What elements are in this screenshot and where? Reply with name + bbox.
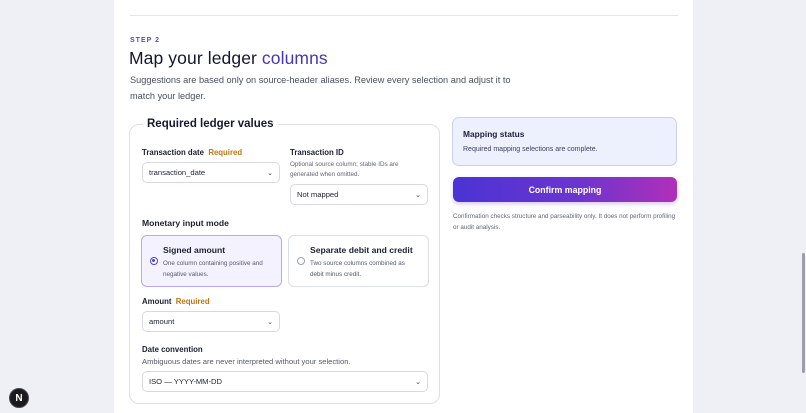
radio-selected-icon[interactable] [150, 257, 158, 265]
radio-unselected-icon[interactable] [297, 257, 305, 265]
mode-option-desc: Two source columns combined as debit min… [310, 260, 405, 278]
chevron-down-icon: ⌄ [267, 318, 273, 326]
monetary-mode-title: Monetary input mode [142, 218, 229, 228]
dev-tools-badge[interactable]: N [9, 388, 29, 408]
mode-option-debit-credit[interactable]: Separate debit and credit Two source col… [288, 235, 429, 287]
amount-select[interactable]: amount ⌄ [142, 311, 280, 332]
step-label: STEP 2 [130, 37, 160, 44]
mapping-status-box: Mapping status Required mapping selectio… [452, 117, 677, 166]
transaction-id-select[interactable]: Not mapped ⌄ [290, 184, 428, 205]
required-tag: Required [208, 148, 243, 157]
confirm-mapping-button[interactable]: Confirm mapping [453, 177, 677, 202]
page-title: Map your ledger columns [129, 48, 328, 69]
confirm-note: Confirmation checks structure and parsea… [453, 213, 676, 231]
transaction-date-select[interactable]: transaction_date ⌄ [142, 162, 280, 183]
required-tag: Required [175, 297, 210, 306]
mode-option-title: Signed amount [163, 245, 226, 255]
page-subtitle: Suggestions are based only on source-hea… [130, 75, 511, 101]
transaction-id-select-value: Not mapped [297, 190, 339, 199]
scrollbar-thumb[interactable] [802, 253, 805, 373]
amount-select-value: amount [149, 317, 175, 326]
date-convention-select-value: ISO — YYYY-MM-DD [149, 377, 222, 386]
transaction-date-select-value: transaction_date [149, 168, 206, 177]
date-convention-label: Date convention [142, 345, 203, 354]
mode-option-title: Separate debit and credit [310, 245, 413, 255]
section-divider [130, 15, 678, 16]
chevron-down-icon: ⌄ [415, 191, 421, 199]
transaction-id-hint: Optional source column; stable IDs are g… [290, 161, 399, 178]
required-values-legend: Required ledger values [143, 118, 278, 130]
mode-option-desc: One column containing positive and negat… [163, 260, 263, 278]
mapping-status-title: Mapping status [463, 129, 525, 139]
date-convention-help: Ambiguous dates are never interpreted wi… [142, 357, 351, 366]
page-title-accent: columns [261, 48, 328, 68]
transaction-date-label: Transaction date Required [142, 148, 242, 157]
page-title-main: Map your ledger [129, 48, 262, 68]
date-convention-select[interactable]: ISO — YYYY-MM-DD ⌄ [142, 371, 428, 392]
amount-label-text: Amount [142, 297, 172, 306]
transaction-date-label-text: Transaction date [142, 148, 204, 157]
chevron-down-icon: ⌄ [415, 378, 421, 386]
mapping-status-text: Required mapping selections are complete… [463, 146, 598, 153]
amount-label: Amount Required [142, 297, 210, 306]
chevron-down-icon: ⌄ [267, 169, 273, 177]
mode-option-signed-amount[interactable]: Signed amount One column containing posi… [141, 235, 282, 287]
transaction-id-label: Transaction ID [290, 148, 344, 157]
